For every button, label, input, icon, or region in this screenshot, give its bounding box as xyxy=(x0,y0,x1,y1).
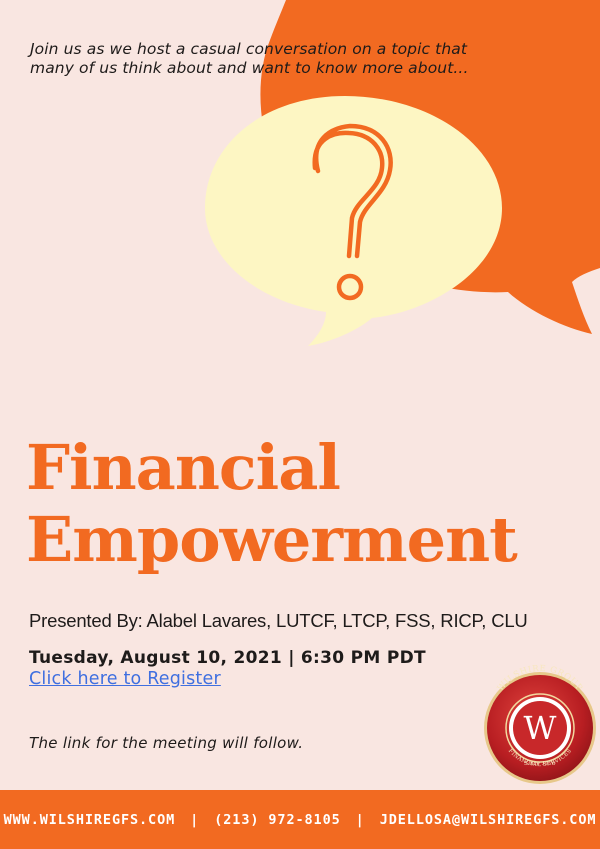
page-title: Financial Empowerment xyxy=(26,431,518,576)
footer-email[interactable]: JDELLOSA@WILSHIREGFS.COM xyxy=(380,812,597,828)
footer-separator: | xyxy=(190,811,200,828)
intro-line-1: Join us as we host a casual conversation… xyxy=(30,40,468,58)
footer-contact: WWW.WILSHIREGFS.COM | (213) 972-8105 | J… xyxy=(4,812,597,828)
footer-website[interactable]: WWW.WILSHIREGFS.COM xyxy=(4,812,176,828)
seal-since-text: Since 1976 xyxy=(524,761,556,767)
title-line-1: Financial xyxy=(26,431,341,504)
event-datetime: Tuesday, August 10, 2021 | 6:30 PM PDT xyxy=(29,648,426,668)
footer-phone[interactable]: (213) 972-8105 xyxy=(214,812,340,828)
follow-note: The link for the meeting will follow. xyxy=(29,734,304,752)
footer-separator: | xyxy=(355,811,365,828)
intro-line-2: many of us think about and want to know … xyxy=(30,59,469,77)
register-link[interactable]: Click here to Register xyxy=(29,669,221,689)
title-line-2: Empowerment xyxy=(26,503,518,576)
seal-letter: W xyxy=(524,709,557,747)
footer-bar: WWW.WILSHIREGFS.COM | (213) 972-8105 | J… xyxy=(0,790,600,849)
presenter-text: Presented By: Alabel Lavares, LUTCF, LTC… xyxy=(29,610,528,631)
intro-text: Join us as we host a casual conversation… xyxy=(30,40,575,78)
wilshire-seal: WILSHIRE GROUP FINANCIAL SERVICES W Sinc… xyxy=(484,664,596,784)
background-art: WILSHIRE GROUP FINANCIAL SERVICES W Sinc… xyxy=(205,0,600,784)
